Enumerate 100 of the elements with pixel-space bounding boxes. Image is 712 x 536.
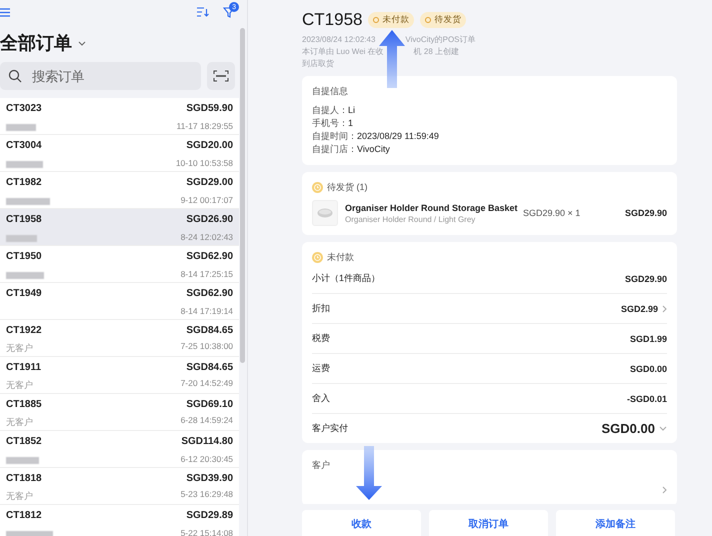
payment-label: 客户实付 xyxy=(312,422,348,435)
field-value: VivoCity xyxy=(357,143,390,156)
field-label: 手机号： xyxy=(312,117,348,130)
order-meta-text: 2023/08/24 12:02:43 xyxy=(302,34,376,45)
order-meta-text: 到店取货 xyxy=(302,58,334,69)
order-time: 10-10 10:53:58 xyxy=(176,158,234,170)
order-number: CT1812 xyxy=(6,510,43,523)
field-value: 2023/08/29 11:59:49 xyxy=(357,130,439,143)
field-label: 自提人： xyxy=(312,104,348,117)
order-amount: SGD29.89 xyxy=(185,510,234,523)
order-amount: SGD114.80 xyxy=(180,436,234,449)
order-number: CT1818 xyxy=(6,473,43,486)
customer-name: 无客户 xyxy=(6,342,33,355)
redacted-block xyxy=(6,124,36,131)
order-time: 6-28 14:59:24 xyxy=(180,415,234,427)
order-row[interactable]: CT1958 SGD26.90 8-24 12:02:43 xyxy=(0,209,240,246)
action-button[interactable]: 添加备注 xyxy=(556,510,675,536)
payment-value: SGD2.99 xyxy=(620,304,658,314)
order-row[interactable]: CT1911 SGD84.65 无客户 7-20 14:52:49 xyxy=(0,357,240,394)
status-badge: 待发货 xyxy=(420,12,466,28)
chevron-right-icon[interactable] xyxy=(662,486,667,494)
caret-icon[interactable] xyxy=(78,40,86,46)
clock-icon xyxy=(312,182,323,193)
order-row[interactable]: CT1818 SGD39.90 无客户 5-23 16:29:48 xyxy=(0,468,240,505)
sort-icon[interactable] xyxy=(197,7,210,17)
field-label: 自提时间： xyxy=(312,130,357,143)
order-amount: SGD26.90 xyxy=(185,214,234,227)
order-time: 5-23 16:29:48 xyxy=(180,489,234,501)
card-title: 自提信息 xyxy=(312,85,349,98)
clock-icon xyxy=(312,252,323,263)
order-amount: SGD69.10 xyxy=(185,399,234,412)
card-title: 客户 xyxy=(312,459,331,472)
order-amount: SGD59.90 xyxy=(185,103,234,116)
payment-label: 小计（1件商品） xyxy=(312,272,380,285)
order-filter-title[interactable]: 全部订单 xyxy=(0,31,72,55)
order-time: 8-14 17:25:15 xyxy=(180,268,234,280)
order-number: CT1958 xyxy=(6,214,43,227)
order-row[interactable]: CT3023 SGD59.90 11-17 18:29:55 xyxy=(0,98,240,135)
payment-value: -SGD0.01 xyxy=(626,394,667,404)
order-amount: SGD29.00 xyxy=(185,177,234,190)
order-row[interactable]: CT1950 SGD62.90 8-14 17:25:15 xyxy=(0,246,240,283)
redacted-block xyxy=(6,530,53,536)
scrollbar[interactable] xyxy=(240,28,246,363)
action-button[interactable]: 收款 xyxy=(302,510,421,536)
menu-icon[interactable] xyxy=(0,8,10,16)
order-row[interactable]: CT1949 SGD62.90 8-14 17:19:14 xyxy=(0,283,240,320)
order-number: CT1949 xyxy=(6,288,43,301)
order-number: CT3004 xyxy=(6,140,43,153)
payment-value: SGD0.00 xyxy=(602,421,655,436)
payment-label: 折扣 xyxy=(312,302,330,315)
payment-label: 税费 xyxy=(312,332,330,345)
scan-button[interactable] xyxy=(207,62,236,90)
order-row[interactable]: CT1885 SGD69.10 无客户 6-28 14:59:24 xyxy=(0,394,240,431)
order-time: 8-14 17:19:14 xyxy=(180,306,234,318)
order-time: 6-12 20:30:45 xyxy=(180,454,234,466)
product-variant: Organiser Holder Round / Light Grey xyxy=(345,214,476,224)
product-name: Organiser Holder Round Storage Basket xyxy=(345,202,519,212)
order-amount: SGD62.90 xyxy=(185,288,234,301)
order-row[interactable]: CT3004 SGD20.00 10-10 10:53:58 xyxy=(0,135,240,172)
order-time: 8-24 12:02:43 xyxy=(180,232,234,244)
barcode-scan-icon xyxy=(213,70,230,82)
order-amount: SGD84.65 xyxy=(185,362,234,375)
search-input[interactable]: 搜索订单 xyxy=(30,68,184,84)
customer-name: 无客户 xyxy=(6,490,33,503)
customer-card[interactable]: 客户 xyxy=(302,450,677,506)
chevron-down-icon[interactable] xyxy=(659,426,667,431)
redacted-block xyxy=(6,272,44,279)
customer-name: 无客户 xyxy=(6,416,33,429)
redacted-block xyxy=(6,456,39,464)
order-amount: SGD20.00 xyxy=(185,140,234,153)
order-row[interactable]: CT1852 SGD114.80 6-12 20:30:45 xyxy=(0,431,240,468)
order-time: 9-12 00:17:07 xyxy=(180,194,234,206)
search-icon xyxy=(8,69,22,83)
order-time: 7-25 10:38:00 xyxy=(180,341,234,353)
order-meta-text: 本订单由 Luo Wei 在收 xyxy=(302,46,384,57)
field-value: 1 xyxy=(348,117,354,130)
order-number: CT1922 xyxy=(6,325,43,338)
card-title: 待发货 (1) xyxy=(327,181,368,194)
field-value: Li xyxy=(348,104,356,117)
order-number: CT1852 xyxy=(6,436,43,449)
order-number: CT1982 xyxy=(6,177,43,190)
order-number: CT1950 xyxy=(6,251,43,264)
order-row[interactable]: CT1922 SGD84.65 无客户 7-25 10:38:00 xyxy=(0,320,240,357)
order-amount: SGD84.65 xyxy=(185,325,234,338)
order-number: CT1885 xyxy=(6,399,43,412)
search-field[interactable]: 搜索订单 xyxy=(0,62,202,90)
redacted-block xyxy=(6,198,50,205)
chevron-right-icon[interactable] xyxy=(662,304,667,312)
order-row[interactable]: CT1812 SGD29.89 5-22 15:14:08 xyxy=(0,505,240,536)
order-time: 5-22 15:14:08 xyxy=(180,528,234,536)
line-total: SGD29.90 xyxy=(624,208,667,218)
action-button[interactable]: 取消订单 xyxy=(429,510,548,536)
card-title: 未付款 xyxy=(327,251,354,264)
product-thumbnail xyxy=(312,200,338,226)
payment-value: SGD29.90 xyxy=(624,274,667,284)
order-meta-text: 机 28 上创建 xyxy=(414,46,459,57)
payment-label: 舍入 xyxy=(312,392,330,405)
payment-label: 运费 xyxy=(312,362,330,375)
order-number: CT3023 xyxy=(6,103,43,116)
redacted-block xyxy=(6,234,37,242)
